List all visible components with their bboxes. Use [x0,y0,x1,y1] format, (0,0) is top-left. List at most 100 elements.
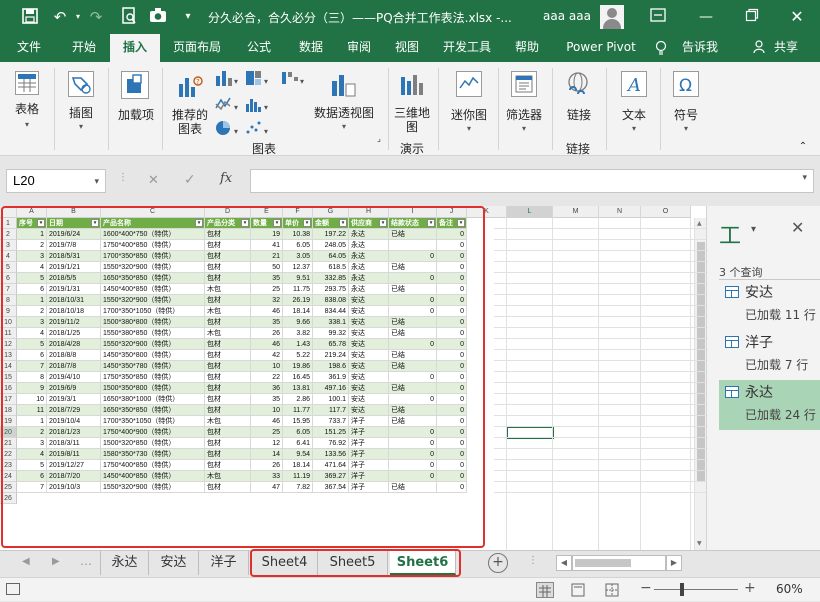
column-header-d[interactable]: D [205,206,251,218]
table-cell[interactable]: 21 [251,251,283,262]
table-cell[interactable]: 安达 [349,350,389,361]
table-cell[interactable]: 2018/3/11 [47,438,101,449]
worksheet-grid[interactable]: ABCDEFGHIJKLMNO 1 序号 ▾ 日期 ▾ 产品名称 ▾ 产品分类 ▾ 数量 ▾ 单价 ▾ 金… [0,206,706,550]
table-cell[interactable]: 6 [17,471,47,482]
macro-recording-icon[interactable] [6,583,20,595]
table-cell[interactable]: 3.05 [283,251,313,262]
table-cell[interactable]: 2018/8/8 [47,350,101,361]
table-cell[interactable]: 已结 [389,284,437,295]
table-cell[interactable]: 0 [437,328,467,339]
table-cell[interactable]: 0 [437,350,467,361]
table-cell[interactable]: 已结 [389,328,437,339]
table-cell[interactable]: 1500*320*850（特供） [101,438,205,449]
scatter-chart-button[interactable]: ▾ [244,118,270,140]
prev-sheet-icon[interactable]: ◀ [22,556,30,567]
table-cell[interactable]: 安达 [349,306,389,317]
table-cell[interactable]: 2018/7/29 [47,405,101,416]
table-cell[interactable]: 已结 [389,405,437,416]
table-cell[interactable]: 2018/1/23 [47,427,101,438]
table-cell[interactable]: 包材 [205,251,251,262]
table-cell[interactable]: 0 [437,295,467,306]
table-cell[interactable]: 包材 [205,273,251,284]
table-cell[interactable]: 1750*400*850（特供） [101,240,205,251]
table-cell[interactable]: 已结 [389,361,437,372]
table-header-cell[interactable]: 供应商 ▾ [349,218,389,229]
table-cell[interactable]: 5 [17,460,47,471]
table-cell[interactable]: 47 [251,482,283,493]
tab-developer[interactable]: 开发工具 [436,34,498,62]
table-cell[interactable]: 1750*350*850（特供） [101,372,205,383]
print-preview-icon[interactable] [119,7,139,27]
row-header-20[interactable]: 20 [0,427,17,438]
recommended-charts-button[interactable]: ? 推荐的图表 [168,68,212,138]
row-header-15[interactable]: 15 [0,372,17,383]
table-cell[interactable]: 10.38 [283,229,313,240]
table-cell[interactable]: 1 [17,229,47,240]
sheet-tab-sheet6[interactable]: Sheet6 [390,551,456,575]
table-cell[interactable]: 0 [389,394,437,405]
table-cell[interactable]: 2019/10/3 [47,482,101,493]
table-cell[interactable]: 1 [17,416,47,427]
filter-dropdown-icon[interactable]: ▾ [273,219,281,227]
tab-file[interactable]: 文件 [6,34,52,62]
table-cell[interactable]: 2019/7/8 [47,240,101,251]
table-cell[interactable]: 永达 [349,251,389,262]
table-cell[interactable]: 包材 [205,438,251,449]
table-cell[interactable]: 永达 [349,273,389,284]
row-header-2[interactable]: 2 [0,229,17,240]
table-cell[interactable]: 包材 [205,262,251,273]
table-cell[interactable]: 36 [251,383,283,394]
filter-dropdown-icon[interactable]: ▾ [339,219,347,227]
tab-page-layout[interactable]: 页面布局 [166,34,228,62]
more-sheets-icon[interactable]: … [80,554,92,568]
table-header-cell[interactable]: 产品分类 ▾ [205,218,251,229]
table-cell[interactable]: 6 [17,284,47,295]
user-name[interactable]: aaa aaa [543,9,591,23]
sheet-tab-sheet4[interactable]: Sheet4 [252,551,318,575]
table-button[interactable]: 表格 ▾ [8,68,46,138]
filter-dropdown-icon[interactable]: ▾ [379,219,387,227]
table-cell[interactable]: 2019/6/9 [47,383,101,394]
table-cell[interactable]: 2018/7/20 [47,471,101,482]
table-cell[interactable]: 安达 [349,383,389,394]
table-cell[interactable]: 0 [437,240,467,251]
tab-formulas[interactable]: 公式 [236,34,282,62]
table-cell[interactable]: 248.05 [313,240,349,251]
sheet-tab-yongda[interactable]: 永达 [101,551,149,575]
table-cell[interactable]: 10 [251,405,283,416]
tab-insert[interactable]: 插入 [110,34,160,62]
table-cell[interactable]: 197.22 [313,229,349,240]
table-cell[interactable]: 洋子 [349,427,389,438]
column-header-i[interactable]: I [389,206,437,218]
close-pane-icon[interactable]: ✕ [791,218,804,237]
table-cell[interactable]: 1 [17,295,47,306]
table-cell[interactable]: 已结 [389,416,437,427]
table-cell[interactable]: 15.95 [283,416,313,427]
table-header-cell[interactable]: 单价 ▾ [283,218,313,229]
table-cell[interactable]: 1750*400*900（特供） [101,427,205,438]
vertical-scrollbar[interactable]: ▲ ▼ [694,218,706,550]
table-cell[interactable]: 1650*350*850（特供） [101,273,205,284]
table-cell[interactable]: 151.25 [313,427,349,438]
table-cell[interactable]: 35 [251,394,283,405]
table-cell[interactable]: 10 [17,394,47,405]
table-cell[interactable]: 7 [17,482,47,493]
collapse-ribbon-icon[interactable]: ⌃ [796,140,810,152]
table-cell[interactable]: 76.92 [313,438,349,449]
addins-button[interactable]: 加载项 [114,68,156,138]
zoom-in-icon[interactable]: + [744,580,756,596]
table-cell[interactable]: 2018/10/31 [47,295,101,306]
table-cell[interactable]: 安达 [349,372,389,383]
table-header-cell[interactable]: 序号 ▾ [17,218,47,229]
table-cell[interactable]: 已结 [389,262,437,273]
table-cell[interactable]: 1700*350*1050（特供） [101,306,205,317]
table-cell[interactable]: 9.66 [283,317,313,328]
table-cell[interactable]: 2019/11/2 [47,317,101,328]
table-cell[interactable]: 木包 [205,416,251,427]
table-cell[interactable]: 包材 [205,460,251,471]
row-header-23[interactable]: 23 [0,460,17,471]
table-cell[interactable]: 0 [437,383,467,394]
table-cell[interactable]: 11.19 [283,471,313,482]
table-cell[interactable] [389,240,437,251]
column-header-h[interactable]: H [349,206,389,218]
